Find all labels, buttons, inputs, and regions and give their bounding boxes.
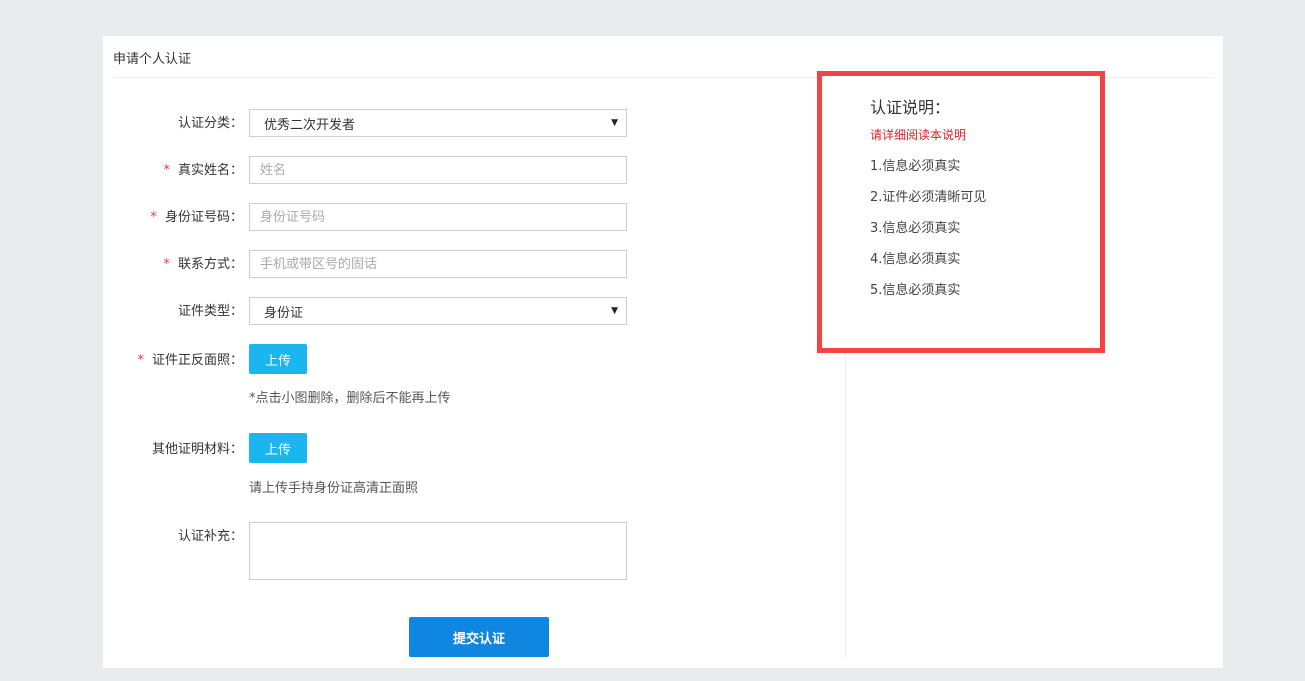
id-number-row: * 身份证号码： xyxy=(103,203,723,233)
doc-type-select-value: 身份证 xyxy=(264,305,304,321)
list-item: 2.证件必须清晰可见 xyxy=(870,190,987,205)
id-number-input[interactable] xyxy=(249,203,627,231)
caret-down-icon: ▼ xyxy=(611,306,618,316)
doc-type-label: 证件类型： xyxy=(177,304,243,319)
doc-type-row: 证件类型： 身份证 ▼ xyxy=(103,297,723,327)
id-number-label: * 身份证号码： xyxy=(150,210,243,225)
notes-subtitle: 请详细阅读本说明 xyxy=(870,128,967,142)
caret-down-icon: ▼ xyxy=(611,118,618,128)
page-title: 申请个人认证 xyxy=(113,52,192,67)
other-docs-upload-button[interactable]: 上传 xyxy=(249,433,307,463)
supplement-label: 认证补充： xyxy=(177,529,243,544)
real-name-input[interactable] xyxy=(249,156,627,184)
notes-box: 认证说明： 请详细阅读本说明 1.信息必须真实 2.证件必须清晰可见 3.信息必… xyxy=(817,71,1105,353)
category-select[interactable]: 优秀二次开发者 ▼ xyxy=(249,109,627,137)
doc-photo-upload-button[interactable]: 上传 xyxy=(249,344,307,374)
doc-type-select[interactable]: 身份证 ▼ xyxy=(249,297,627,325)
list-item: 5.信息必须真实 xyxy=(870,283,961,298)
contact-row: * 联系方式： xyxy=(103,250,723,280)
required-marker: * xyxy=(163,257,170,272)
real-name-row: * 真实姓名： xyxy=(103,156,723,186)
category-label: 认证分类： xyxy=(177,116,243,131)
category-select-value: 优秀二次开发者 xyxy=(264,117,356,133)
list-item: 3.信息必须真实 xyxy=(870,221,961,236)
doc-photo-hint: *点击小图删除，删除后不能再上传 xyxy=(249,391,451,406)
doc-photo-row: * 证件正反面照： 上传 xyxy=(103,344,723,376)
doc-photo-label: * 证件正反面照： xyxy=(137,353,243,368)
other-docs-hint: 请上传手持身份证高清正面照 xyxy=(249,481,419,496)
other-docs-label: 其他证明材料： xyxy=(151,442,243,457)
list-item: 1.信息必须真实 xyxy=(870,159,961,174)
submit-button[interactable]: 提交认证 xyxy=(409,617,549,657)
certification-panel: 申请个人认证 认证分类： 优秀二次开发者 ▼ *真实姓名： *身份证号码： *联… xyxy=(103,36,1223,668)
list-item: 4.信息必须真实 xyxy=(870,252,961,267)
supplement-row: 认证补充： xyxy=(103,522,723,582)
supplement-textarea[interactable] xyxy=(249,522,627,580)
contact-label: * 联系方式： xyxy=(163,257,243,272)
required-marker: * xyxy=(150,210,157,225)
required-marker: * xyxy=(163,163,170,178)
other-docs-row: 其他证明材料： 上传 xyxy=(103,433,723,465)
notes-list: 1.信息必须真实 2.证件必须清晰可见 3.信息必须真实 4.信息必须真实 5.… xyxy=(870,156,986,311)
real-name-label: * 真实姓名： xyxy=(163,163,243,178)
notes-title: 认证说明： xyxy=(870,98,951,117)
category-row: 认证分类： 优秀二次开发者 ▼ xyxy=(103,109,723,139)
contact-input[interactable] xyxy=(249,250,627,278)
required-marker: * xyxy=(137,353,144,368)
